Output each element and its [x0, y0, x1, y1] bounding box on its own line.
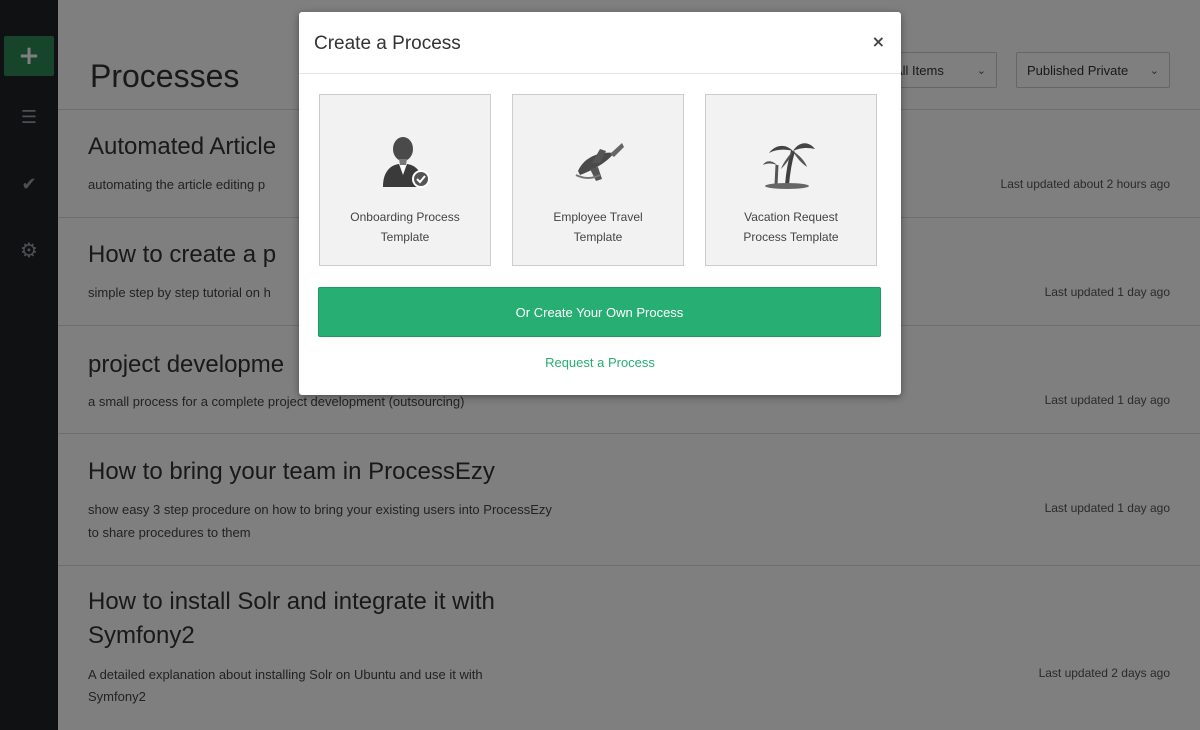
template-vacation-request[interactable]: Vacation Request Process Template [705, 94, 877, 266]
modal-title: Create a Process [314, 33, 461, 54]
person-icon [383, 137, 430, 188]
airplane-icon [575, 143, 624, 181]
template-label: Employee Travel Template [553, 210, 643, 244]
template-employee-travel[interactable]: Employee Travel Template [512, 94, 684, 266]
modal-header: Create a Process × [299, 12, 901, 74]
create-process-modal: Create a Process × Onboarding Process Te… [299, 12, 901, 395]
template-label: Vacation Request Process Template [743, 210, 839, 244]
template-onboarding[interactable]: Onboarding Process Template [319, 94, 491, 266]
palm-tree-icon [763, 143, 815, 189]
create-own-process-button[interactable]: Or Create Your Own Process [318, 287, 881, 337]
request-process-link[interactable]: Request a Process [299, 355, 901, 370]
close-icon[interactable]: × [872, 32, 885, 51]
template-label: Onboarding Process Template [350, 210, 460, 244]
